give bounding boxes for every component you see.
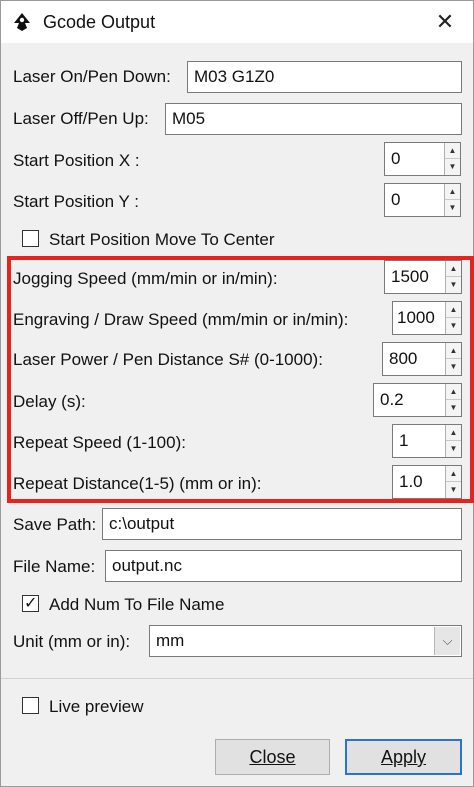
move-center-label: Start Position Move To Center <box>49 230 275 249</box>
spin-up-icon[interactable]: ▲ <box>446 425 461 441</box>
repeat-distance-spinbox[interactable]: 1.0 ▲ ▼ <box>392 465 462 499</box>
spinner-arrows: ▲ ▼ <box>445 261 461 293</box>
engraving-speed-value: 1000 <box>397 308 435 327</box>
apply-button-label: Apply <box>380 747 427 767</box>
gcode-output-dialog: Gcode Output ✕ Laser On/Pen Down: M03 G1… <box>0 0 474 787</box>
file-name-label: File Name: <box>13 557 96 576</box>
start-y-label: Start Position Y : <box>13 192 139 211</box>
engraving-speed-spinbox[interactable]: 1000 ▲ ▼ <box>392 301 462 335</box>
spinner-arrows: ▲ ▼ <box>445 343 461 375</box>
start-x-value: 0 <box>391 149 401 168</box>
laser-on-input[interactable]: M03 G1Z0 <box>187 61 462 93</box>
inkscape-app-icon <box>14 13 30 31</box>
repeat-distance-label: Repeat Distance(1-5) (mm or in): <box>13 474 262 493</box>
spin-up-icon[interactable]: ▲ <box>446 384 461 400</box>
move-center-checkbox[interactable] <box>22 230 39 247</box>
spin-down-icon[interactable]: ▼ <box>446 318 461 334</box>
spin-down-icon[interactable]: ▼ <box>446 277 461 293</box>
spin-up-icon[interactable]: ▲ <box>446 343 461 359</box>
delay-label: Delay (s): <box>13 392 86 411</box>
laser-power-spinbox[interactable]: 800 ▲ ▼ <box>382 342 462 376</box>
live-preview-label: Live preview <box>49 697 144 716</box>
jogging-speed-value: 1500 <box>391 267 429 286</box>
unit-value: mm <box>156 631 185 650</box>
laser-on-label: Laser On/Pen Down: <box>13 67 171 86</box>
file-name-input[interactable]: output.nc <box>105 550 462 582</box>
spinner-arrows: ▲ ▼ <box>444 143 460 175</box>
spin-up-icon[interactable]: ▲ <box>446 302 461 318</box>
spin-up-icon[interactable]: ▲ <box>446 261 461 277</box>
jogging-speed-spinbox[interactable]: 1500 ▲ ▼ <box>384 260 462 294</box>
repeat-speed-label: Repeat Speed (1-100): <box>13 433 186 452</box>
close-button-label: Close <box>249 747 296 767</box>
delay-spinbox[interactable]: 0.2 ▲ ▼ <box>373 383 462 417</box>
spinner-arrows: ▲ ▼ <box>445 425 461 457</box>
start-y-spinbox[interactable]: 0 ▲ ▼ <box>384 183 461 217</box>
close-window-icon[interactable]: ✕ <box>427 5 463 39</box>
save-path-input[interactable]: c:\output <box>102 508 462 540</box>
apply-button[interactable]: Apply <box>345 739 462 775</box>
spin-up-icon[interactable]: ▲ <box>446 466 461 482</box>
laser-off-label: Laser Off/Pen Up: <box>13 109 149 128</box>
repeat-speed-spinbox[interactable]: 1 ▲ ▼ <box>392 424 462 458</box>
add-num-label: Add Num To File Name <box>49 595 225 614</box>
spinner-arrows: ▲ ▼ <box>445 302 461 334</box>
start-y-value: 0 <box>391 190 401 209</box>
live-preview-checkbox[interactable] <box>22 697 39 714</box>
repeat-speed-value: 1 <box>399 431 409 450</box>
laser-off-input[interactable]: M05 <box>165 103 462 135</box>
title-bar: Gcode Output ✕ <box>1 1 473 43</box>
window-title: Gcode Output <box>43 12 156 32</box>
engraving-speed-label: Engraving / Draw Speed (mm/min or in/min… <box>13 310 349 329</box>
spin-down-icon[interactable]: ▼ <box>445 159 460 175</box>
delay-value: 0.2 <box>380 390 404 409</box>
start-x-spinbox[interactable]: 0 ▲ ▼ <box>384 142 461 176</box>
spin-down-icon[interactable]: ▼ <box>446 482 461 498</box>
unit-select[interactable]: mm ⌵ <box>149 625 462 657</box>
laser-power-label: Laser Power / Pen Distance S# (0-1000): <box>13 350 323 369</box>
separator <box>1 678 473 679</box>
spinner-arrows: ▲ ▼ <box>445 384 461 416</box>
repeat-distance-value: 1.0 <box>399 472 423 491</box>
spin-up-icon[interactable]: ▲ <box>445 184 460 200</box>
checkmark-icon: ✓ <box>24 595 38 612</box>
spin-down-icon[interactable]: ▼ <box>446 359 461 375</box>
start-x-label: Start Position X : <box>13 151 140 170</box>
close-button[interactable]: Close <box>215 739 330 775</box>
chevron-down-icon[interactable]: ⌵ <box>434 627 460 655</box>
laser-power-value: 800 <box>389 349 418 368</box>
spin-up-icon[interactable]: ▲ <box>445 143 460 159</box>
spin-down-icon[interactable]: ▼ <box>445 200 460 216</box>
add-num-checkbox[interactable]: ✓ <box>22 595 39 612</box>
spinner-arrows: ▲ ▼ <box>444 184 460 216</box>
spinner-arrows: ▲ ▼ <box>445 466 461 498</box>
spin-down-icon[interactable]: ▼ <box>446 400 461 416</box>
jogging-speed-label: Jogging Speed (mm/min or in/min): <box>13 269 278 288</box>
spin-down-icon[interactable]: ▼ <box>446 441 461 457</box>
save-path-label: Save Path: <box>13 515 97 534</box>
unit-label: Unit (mm or in): <box>13 632 131 651</box>
